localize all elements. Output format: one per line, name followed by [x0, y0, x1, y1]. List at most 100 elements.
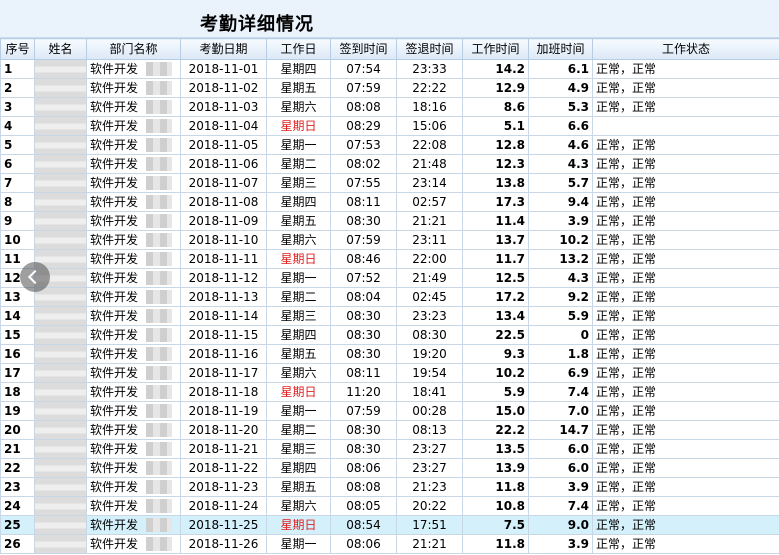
cell-check-in: 08:30 — [330, 325, 397, 345]
cell-check-out: 17:51 — [396, 515, 463, 535]
cell-check-out-text: 21:49 — [412, 271, 447, 285]
cell-check-out: 21:49 — [396, 268, 463, 288]
table-row[interactable]: 6 软件开发 2018-11-06 星期二 08:02 21:48 12.3 4.3 正常，正常 — [0, 154, 779, 174]
title-bar: 考勤详细情况 — [0, 0, 779, 38]
redacted-block — [146, 176, 172, 190]
scroll-back-button[interactable] — [20, 262, 50, 292]
cell-overtime: 3.9 — [528, 477, 593, 497]
cell-status: 正常，正常 — [592, 154, 779, 174]
cell-work-hours: 17.2 — [462, 287, 529, 307]
header-name[interactable]: 姓名 — [34, 38, 87, 60]
cell-weekday-text: 星期日 — [280, 252, 317, 266]
table-row[interactable]: 4 软件开发 2018-11-04 星期日 08:29 15:06 5.1 6.6 — [0, 116, 779, 136]
cell-dept-text: 软件开发 — [90, 271, 139, 285]
cell-work-hours: 22.2 — [462, 420, 529, 440]
cell-work-hours: 9.3 — [462, 344, 529, 364]
header-dept[interactable]: 部门名称 — [86, 38, 181, 60]
cell-seq: 7 — [0, 173, 35, 193]
table-row[interactable]: 16 软件开发 2018-11-16 星期五 08:30 19:20 9.3 1.8 正常，正常 — [0, 344, 779, 364]
cell-work-hours: 17.3 — [462, 192, 529, 212]
table-row[interactable]: 15 软件开发 2018-11-15 星期四 08:30 08:30 22.5 0 正常，正常 — [0, 325, 779, 345]
cell-weekday: 星期二 — [266, 287, 331, 307]
cell-seq-text: 17 — [4, 366, 21, 380]
table-row[interactable]: 8 软件开发 2018-11-08 星期四 08:11 02:57 17.3 9.4 正常，正常 — [0, 192, 779, 212]
cell-weekday-text: 星期三 — [280, 176, 317, 190]
cell-date-text: 2018-11-06 — [188, 157, 259, 171]
redacted-block — [146, 518, 172, 532]
cell-overtime: 6.6 — [528, 116, 593, 136]
table-row[interactable]: 11 软件开发 2018-11-11 星期日 08:46 22:00 11.7 13.2 正常，… — [0, 249, 779, 269]
cell-check-out-text: 23:33 — [412, 62, 447, 76]
cell-date-text: 2018-11-01 — [188, 62, 259, 76]
table-row[interactable]: 21 软件开发 2018-11-21 星期三 08:30 23:27 13.5 6.0 正常，正… — [0, 439, 779, 459]
table-row[interactable]: 14 软件开发 2018-11-14 星期三 08:30 23:23 13.4 5.9 正常，正… — [0, 306, 779, 326]
cell-check-in-text: 07:59 — [346, 404, 381, 418]
cell-overtime: 4.3 — [528, 268, 593, 288]
cell-check-out-text: 08:30 — [412, 328, 447, 342]
cell-check-out-text: 21:48 — [412, 157, 447, 171]
cell-dept-text: 软件开发 — [90, 385, 139, 399]
table-row[interactable]: 5 软件开发 2018-11-05 星期一 07:53 22:08 12.8 4.6 正常，正常 — [0, 135, 779, 155]
cell-check-in: 07:54 — [330, 59, 397, 79]
header-check-out[interactable]: 签退时间 — [396, 38, 463, 60]
table-row[interactable]: 7 软件开发 2018-11-07 星期三 07:55 23:14 13.8 5.7 正常，正常 — [0, 173, 779, 193]
cell-status-text: 正常，正常 — [596, 518, 657, 532]
header-check-in[interactable]: 签到时间 — [330, 38, 397, 60]
cell-status-text: 正常，正常 — [596, 366, 657, 380]
cell-check-out-text: 02:57 — [412, 195, 447, 209]
table-row[interactable]: 2 软件开发 2018-11-02 星期五 07:59 22:22 12.9 4.9 正常，正常 — [0, 78, 779, 98]
cell-date-text: 2018-11-19 — [188, 404, 259, 418]
header-work-hours[interactable]: 工作时间 — [462, 38, 529, 60]
cell-work-hours-text: 5.9 — [503, 385, 525, 399]
cell-work-hours: 5.1 — [462, 116, 529, 136]
table-row[interactable]: 1 软件开发 2018-11-01 星期四 07:54 23:33 14.2 6.1 正常，正常 — [0, 59, 779, 79]
table-row[interactable]: 26 软件开发 2018-11-26 星期一 08:06 21:21 11.8 3.9 正常，正… — [0, 534, 779, 554]
table-header-row: 序号 姓名 部门名称 考勤日期 工作日 签到时间 签退时间 工作时间 加班时间 … — [0, 38, 779, 60]
table-row[interactable]: 17 软件开发 2018-11-17 星期六 08:11 19:54 10.2 6.9 正常，正… — [0, 363, 779, 383]
cell-date: 2018-11-24 — [180, 496, 267, 516]
cell-status-text: 正常，正常 — [596, 271, 657, 285]
table-row[interactable]: 18 软件开发 2018-11-18 星期日 11:20 18:41 5.9 7.4 正常，正常 — [0, 382, 779, 402]
cell-check-in-text: 07:52 — [346, 271, 381, 285]
header-status[interactable]: 工作状态 — [592, 38, 779, 60]
table-row[interactable]: 10 软件开发 2018-11-10 星期六 07:59 23:11 13.7 10.2 正常，… — [0, 230, 779, 250]
cell-check-out-text: 21:21 — [412, 537, 447, 551]
cell-check-in: 07:59 — [330, 230, 397, 250]
cell-date-text: 2018-11-16 — [188, 347, 259, 361]
table-row[interactable]: 3 软件开发 2018-11-03 星期六 08:08 18:16 8.6 5.3 正常，正常 — [0, 97, 779, 117]
table-row[interactable]: 22 软件开发 2018-11-22 星期四 08:06 23:27 13.9 6.0 正常，正… — [0, 458, 779, 478]
table-row[interactable]: 19 软件开发 2018-11-19 星期一 07:59 00:28 15.0 7.0 正常，正… — [0, 401, 779, 421]
cell-date: 2018-11-01 — [180, 59, 267, 79]
table-row[interactable]: 9 软件开发 2018-11-09 星期五 08:30 21:21 11.4 3.9 正常，正常 — [0, 211, 779, 231]
header-weekday[interactable]: 工作日 — [266, 38, 331, 60]
header-date[interactable]: 考勤日期 — [180, 38, 267, 60]
cell-status: 正常，正常 — [592, 496, 779, 516]
cell-date-text: 2018-11-22 — [188, 461, 259, 475]
cell-seq: 4 — [0, 116, 35, 136]
cell-seq: 18 — [0, 382, 35, 402]
cell-seq-text: 14 — [4, 309, 21, 323]
cell-weekday-text: 星期二 — [280, 157, 317, 171]
table-row[interactable]: 20 软件开发 2018-11-20 星期二 08:30 08:13 22.2 14.7 正常，… — [0, 420, 779, 440]
redacted-block — [146, 461, 172, 475]
cell-dept: 软件开发 — [86, 249, 181, 269]
cell-weekday: 星期五 — [266, 211, 331, 231]
cell-weekday: 星期日 — [266, 382, 331, 402]
header-overtime[interactable]: 加班时间 — [528, 38, 593, 60]
cell-status-text: 正常，正常 — [596, 214, 657, 228]
table-row[interactable]: 13 软件开发 2018-11-13 星期二 08:04 02:45 17.2 9.2 正常，正… — [0, 287, 779, 307]
cell-seq-text: 13 — [4, 290, 21, 304]
cell-status: 正常，正常 — [592, 59, 779, 79]
redacted-block — [146, 138, 172, 152]
cell-seq-text: 9 — [4, 214, 13, 228]
table-row[interactable]: 24 软件开发 2018-11-24 星期六 08:05 20:22 10.8 7.4 正常，正… — [0, 496, 779, 516]
cell-work-hours-text: 10.8 — [495, 499, 525, 513]
cell-date: 2018-11-20 — [180, 420, 267, 440]
header-seq[interactable]: 序号 — [0, 38, 35, 60]
table-row[interactable]: 23 软件开发 2018-11-23 星期五 08:08 21:23 11.8 3.9 正常，正… — [0, 477, 779, 497]
table-row[interactable]: 25 软件开发 2018-11-25 星期日 08:54 17:51 7.5 9.0 正常，正常 — [0, 515, 779, 535]
cell-date: 2018-11-25 — [180, 515, 267, 535]
cell-work-hours-text: 12.9 — [495, 81, 525, 95]
cell-work-hours-text: 9.3 — [503, 347, 525, 361]
table-row[interactable]: 12 软件开发 2018-11-12 星期一 07:52 21:49 12.5 4.3 正常，正… — [0, 268, 779, 288]
